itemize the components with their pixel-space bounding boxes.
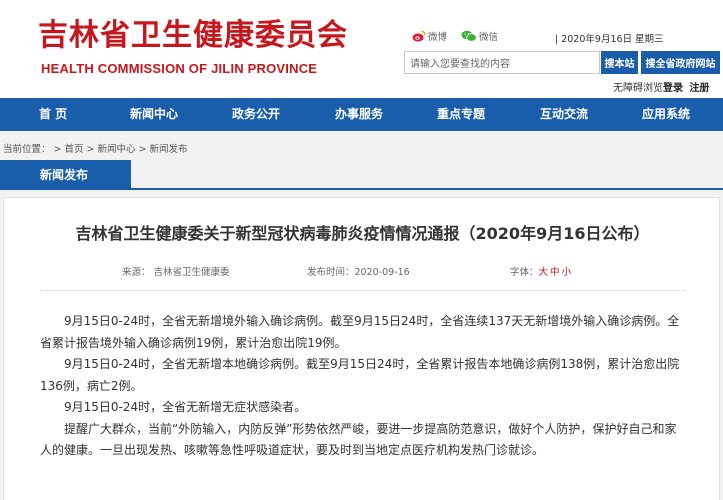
register-link[interactable]: 注册 [689, 83, 709, 94]
font-size-control: 字体：大中小 [510, 264, 573, 278]
social-links: 微博 微信 [412, 29, 512, 43]
font-size-medium-button[interactable]: 中 [550, 267, 560, 278]
login-link[interactable]: 登录 [663, 83, 683, 94]
breadcrumb-home[interactable]: 首页 [64, 144, 83, 155]
search-box [404, 51, 600, 75]
wechat-link[interactable]: 微信 [461, 29, 498, 43]
nav-item-topics[interactable]: 重点专题 [437, 98, 485, 131]
site-logo-english[interactable]: HEALTH COMMISSION OF JILIN PROVINCE [41, 61, 317, 76]
article-paragraph: 9月15日0-24时，全省无新增境外输入确诊病例。截至9月15日24时，全省连续… [40, 314, 680, 350]
search-input[interactable] [405, 54, 599, 75]
font-size-label: 字体： [510, 267, 539, 278]
breadcrumb-separator: > [53, 144, 62, 155]
breadcrumb-separator: > [138, 144, 147, 155]
breadcrumb-prefix: 当前位置： [3, 144, 51, 155]
article-publish-time: 发布时间：2020-09-16 [307, 267, 410, 278]
breadcrumb-news-center[interactable]: 新闻中心 [97, 144, 135, 155]
breadcrumb: 当前位置： > 首页 > 新闻中心 > 新闻发布 [3, 141, 190, 155]
weibo-icon [412, 30, 426, 42]
section-tab-bar: 新闻发布 [0, 160, 723, 190]
nav-item-interaction[interactable]: 互动交流 [540, 98, 588, 131]
wechat-icon [461, 30, 477, 42]
breadcrumb-news-release[interactable]: 新闻发布 [149, 144, 187, 155]
search-all-sites-button[interactable]: 搜全省政府网站 [641, 51, 720, 74]
wechat-label: 微信 [479, 32, 499, 43]
article-body: 9月15日0-24时，全省无新增境外输入确诊病例。截至9月15日24时，全省连续… [40, 311, 686, 462]
article-panel: 吉林省卫生健康委关于新型冠状病毒肺炎疫情情况通报（2020年9月16日公布） 来… [3, 197, 720, 500]
nav-item-gov-affairs[interactable]: 政务公开 [232, 98, 280, 131]
header-links: 无障碍浏览登录 注册 [613, 79, 709, 94]
nav-item-home[interactable]: 首 页 [39, 98, 67, 131]
font-size-small-button[interactable]: 小 [562, 267, 572, 278]
current-date: | 2020年9月16日 星期三 [555, 34, 664, 45]
article-paragraph: 9月15日0-24时，全省无新增无症状感染者。 [64, 400, 307, 414]
article-paragraph: 9月15日0-24时，全省无新增本地确诊病例。截至9月15日24时，全省累计报告… [40, 357, 680, 393]
nav-item-services[interactable]: 办事服务 [335, 98, 383, 131]
article-divider [40, 290, 686, 291]
site-header: 吉林省卫生健康委员会 HEALTH COMMISSION OF JILIN PR… [0, 0, 723, 98]
main-nav: 首 页 新闻中心 政务公开 办事服务 重点专题 互动交流 应用系统 [0, 98, 723, 131]
search-site-button[interactable]: 搜本站 [601, 51, 638, 74]
article-title: 吉林省卫生健康委关于新型冠状病毒肺炎疫情情况通报（2020年9月16日公布） [75, 224, 650, 243]
nav-item-apps[interactable]: 应用系统 [642, 98, 690, 131]
breadcrumb-separator: > [86, 144, 95, 155]
accessibility-link[interactable]: 无障碍浏览 [613, 83, 663, 94]
site-logo-chinese[interactable]: 吉林省卫生健康委员会 [38, 18, 348, 54]
font-size-large-button[interactable]: 大 [539, 267, 549, 278]
article-paragraph: 提醒广大群众，当前“外防输入，内防反弹”形势依然严峻，要进一步提高防范意识，做好… [40, 421, 677, 458]
article-source: 来源： 吉林省卫生健康委 [122, 267, 230, 278]
tab-news-release[interactable]: 新闻发布 [0, 160, 131, 190]
weibo-label: 微博 [428, 32, 448, 43]
nav-item-news-center[interactable]: 新闻中心 [130, 98, 178, 131]
weibo-link[interactable]: 微博 [412, 29, 447, 43]
